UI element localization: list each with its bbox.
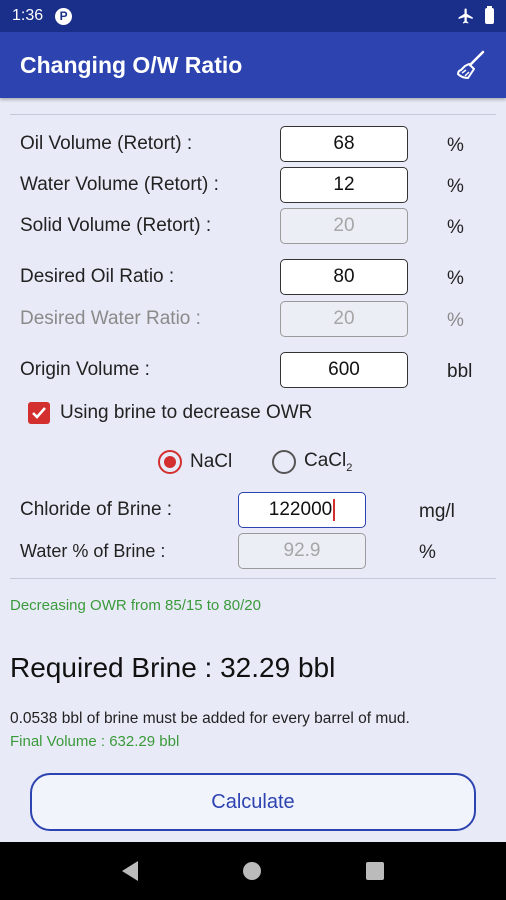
home-icon[interactable] xyxy=(242,862,261,880)
brine-checkbox[interactable] xyxy=(28,402,50,424)
origin-volume-row: Origin Volume : xyxy=(20,352,490,388)
oil-volume-input[interactable]: 68 xyxy=(280,126,408,162)
radio-nacl-indicator[interactable] xyxy=(158,450,182,474)
desired-water-row: Desired Water Ratio : xyxy=(20,301,490,337)
desired-water-input: 20 xyxy=(280,301,408,337)
final-volume: Final Volume : 632.29 bbl xyxy=(10,733,180,750)
chloride-unit: mg/l xyxy=(419,501,455,522)
water-volume-row: Water Volume (Retort) : xyxy=(20,167,490,203)
calculate-button[interactable]: Calculate xyxy=(30,773,476,831)
status-time: 1:36 xyxy=(12,7,44,24)
chloride-label: Chloride of Brine : xyxy=(20,499,173,520)
oil-volume-label: Oil Volume (Retort) : xyxy=(20,133,193,154)
owr-message: Decreasing OWR from 85/15 to 80/20 xyxy=(10,597,261,614)
text-cursor xyxy=(333,499,336,521)
desired-oil-input[interactable]: 80 xyxy=(280,259,408,295)
water-pct-input: 92.9 xyxy=(238,533,366,569)
radio-nacl-label: NaCl xyxy=(190,451,233,472)
required-brine: Required Brine : 32.29 bbl xyxy=(10,652,336,683)
origin-volume-label: Origin Volume : xyxy=(20,359,150,380)
battery-icon xyxy=(485,6,494,24)
back-icon[interactable] xyxy=(122,861,139,881)
oil-volume-unit: % xyxy=(447,135,464,156)
brine-checkbox-row[interactable]: Using brine to decrease OWR xyxy=(28,402,312,424)
origin-volume-input[interactable]: 600 xyxy=(280,352,408,388)
status-bar: 1:36 P xyxy=(0,0,506,32)
check-icon xyxy=(32,407,46,419)
chloride-value: 122000 xyxy=(268,499,333,520)
chloride-input[interactable]: 122000 xyxy=(238,492,366,528)
desired-water-label: Desired Water Ratio : xyxy=(20,308,201,329)
brine-checkbox-label: Using brine to decrease OWR xyxy=(60,402,313,423)
water-volume-label: Water Volume (Retort) : xyxy=(20,174,219,195)
app-bar: Changing O/W Ratio xyxy=(0,32,506,98)
radio-nacl[interactable]: NaCl xyxy=(158,450,232,474)
desired-oil-row: Desired Oil Ratio : xyxy=(20,259,490,295)
origin-volume-unit: bbl xyxy=(447,361,473,382)
oil-volume-row: Oil Volume (Retort) : xyxy=(20,126,490,162)
water-volume-unit: % xyxy=(447,176,464,197)
desired-oil-label: Desired Oil Ratio : xyxy=(20,266,175,287)
airplane-icon xyxy=(458,8,473,24)
radio-cacl2-indicator[interactable] xyxy=(272,450,296,474)
solid-volume-row: Solid Volume (Retort) : xyxy=(20,208,490,244)
notification-icon: P xyxy=(55,7,73,25)
radio-cacl2-label: CaCl2 xyxy=(304,450,353,474)
solid-volume-label: Solid Volume (Retort) : xyxy=(20,215,212,236)
recents-icon[interactable] xyxy=(365,862,384,880)
solid-volume-input: 20 xyxy=(280,208,408,244)
per-barrel-note: 0.0538 bbl of brine must be added for ev… xyxy=(10,710,410,727)
water-pct-label: Water % of Brine : xyxy=(20,540,166,561)
solid-volume-unit: % xyxy=(447,217,464,238)
page-title: Changing O/W Ratio xyxy=(20,51,243,78)
desired-water-unit: % xyxy=(447,310,464,331)
water-volume-input[interactable]: 12 xyxy=(280,167,408,203)
divider-top xyxy=(10,114,496,115)
desired-oil-unit: % xyxy=(447,268,464,289)
radio-cacl2[interactable]: CaCl2 xyxy=(272,450,352,474)
broom-icon[interactable] xyxy=(454,49,486,81)
water-pct-unit: % xyxy=(419,542,436,563)
divider-bottom xyxy=(10,578,496,579)
navigation-bar xyxy=(0,842,506,900)
